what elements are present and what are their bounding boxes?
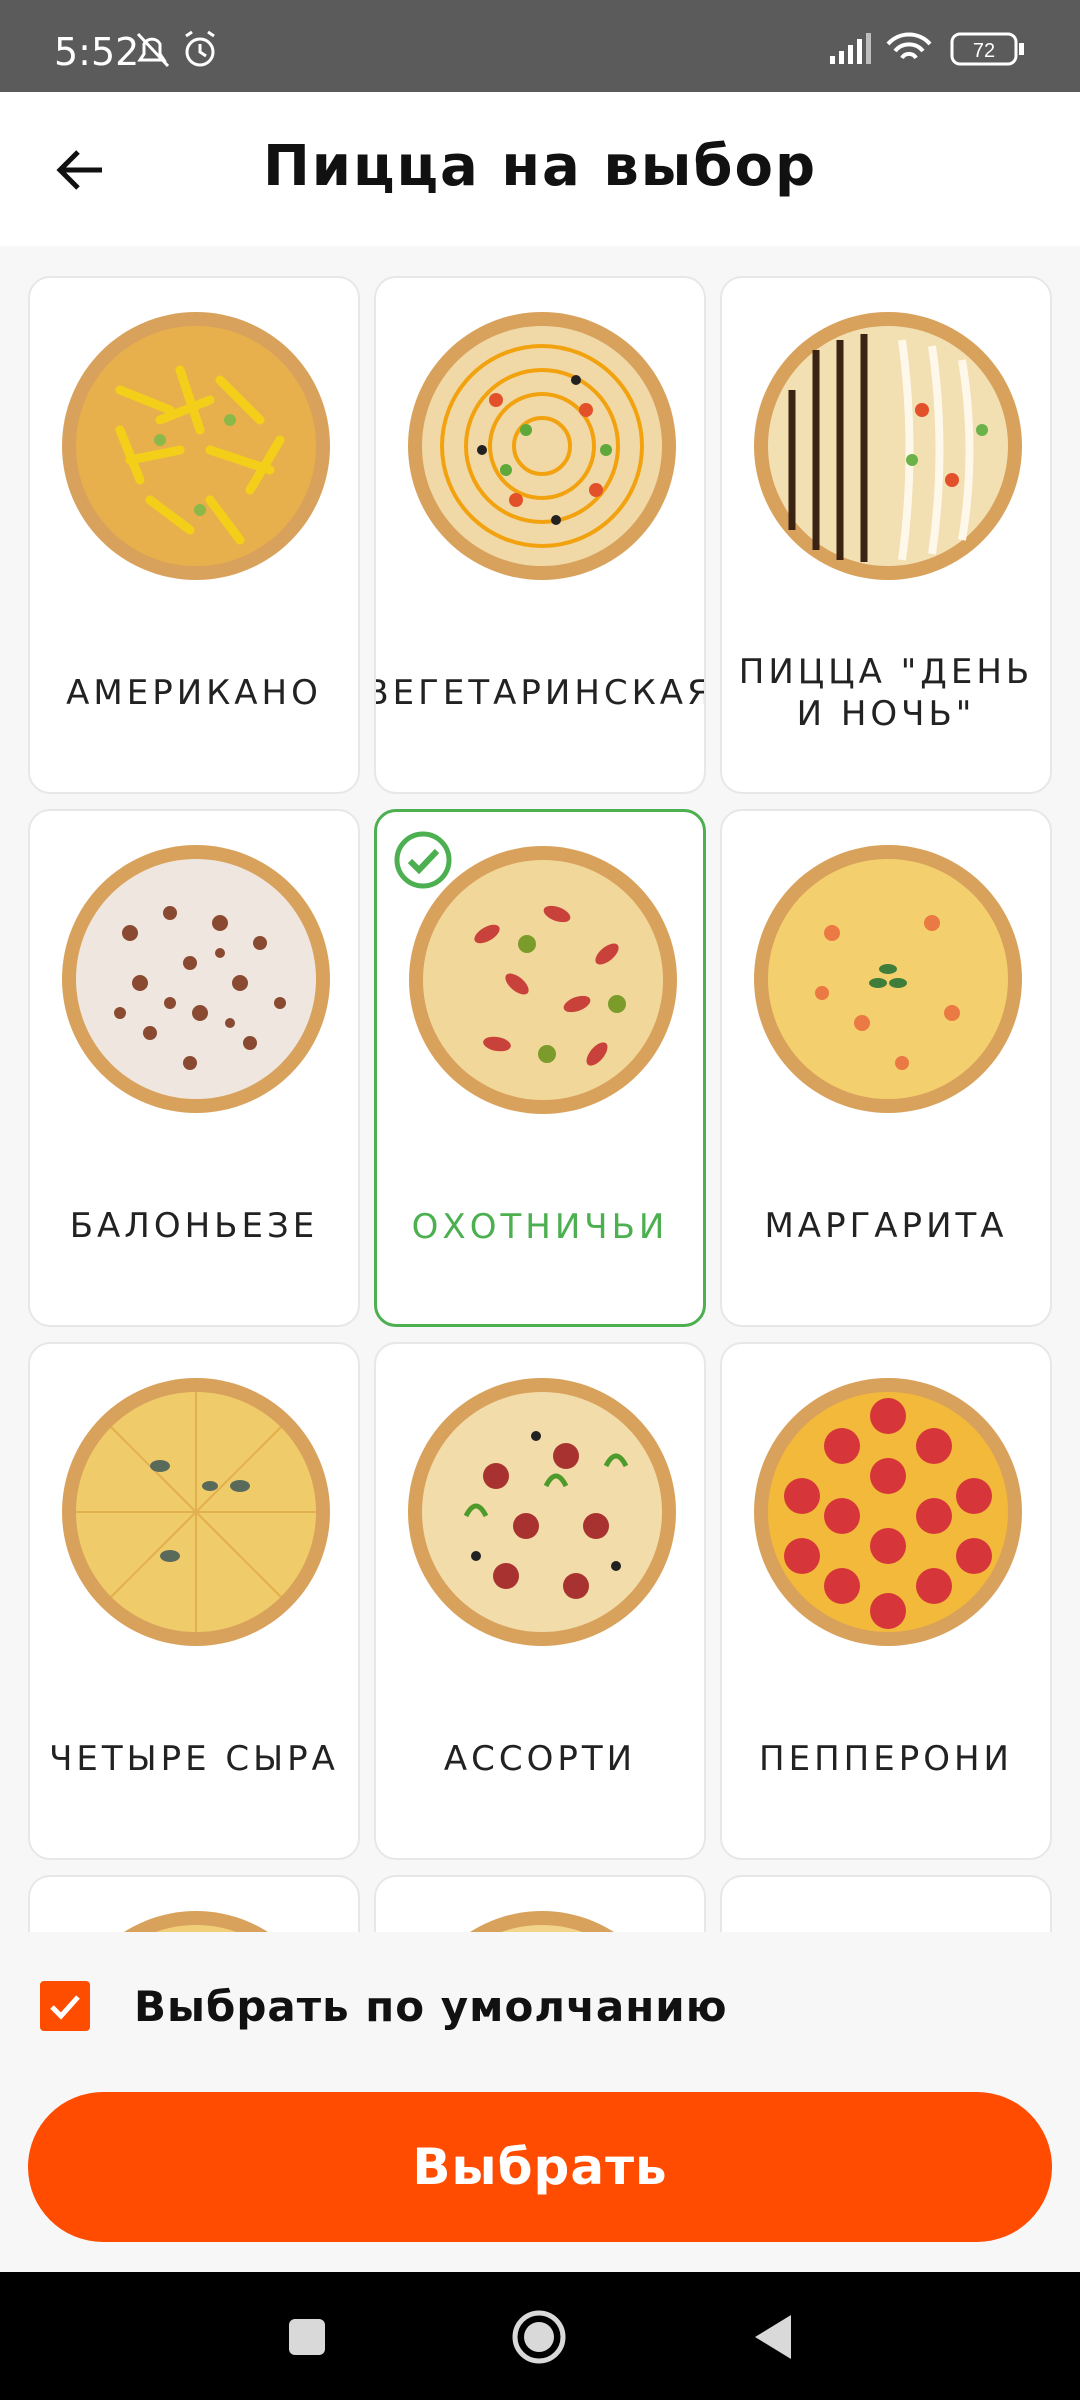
- pizza-card[interactable]: [28, 1875, 360, 1932]
- pizza-image: [62, 845, 330, 1113]
- status-bar: 5:52 72: [0, 0, 1080, 92]
- status-left-icons: [134, 30, 224, 75]
- notifications-off-icon: [136, 30, 215, 68]
- pizza-label: ОХОТНИЧЬИ: [411, 1207, 669, 1247]
- pizza-label: ПЕППЕРОНИ: [759, 1739, 1013, 1779]
- bottom-panel: Выбрать по умолчанию Выбрать: [0, 1932, 1080, 2272]
- pizza-card-margherita[interactable]: МАРГАРИТА: [720, 809, 1052, 1327]
- pizza-image: [409, 846, 677, 1114]
- navigation-bar: [0, 2272, 1080, 2400]
- pizza-image: [754, 845, 1022, 1113]
- default-option-label: Выбрать по умолчанию: [134, 1981, 728, 2031]
- pizza-image: [123, 1911, 269, 1932]
- pizza-card-assorti[interactable]: АССОРТИ: [374, 1342, 706, 1860]
- default-checkbox[interactable]: [40, 1981, 90, 2031]
- pizza-card[interactable]: [720, 1875, 1052, 1932]
- pizza-card-day-and-night[interactable]: ПИЦЦА "ДЕНЬ И НОЧЬ": [720, 276, 1052, 794]
- nav-back-button[interactable]: [738, 2302, 808, 2372]
- pizza-card-pepperoni[interactable]: ПЕППЕРОНИ: [720, 1342, 1052, 1860]
- pizza-label: ЧЕТЫРЕ СЫРА: [49, 1739, 339, 1779]
- check-icon: [50, 1995, 80, 2020]
- select-button[interactable]: Выбрать: [28, 2092, 1052, 2242]
- pizza-card-hunters[interactable]: ОХОТНИЧЬИ: [374, 809, 706, 1327]
- back-icon: [755, 2315, 791, 2359]
- pizza-image: [754, 1378, 1022, 1646]
- pizza-card[interactable]: [374, 1875, 706, 1932]
- pizza-image: [62, 312, 330, 580]
- wifi-icon: [886, 32, 932, 60]
- pizza-image: [469, 1911, 615, 1932]
- default-option-row[interactable]: Выбрать по умолчанию: [40, 1976, 728, 2036]
- pizza-card-four-cheese[interactable]: ЧЕТЫРЕ СЫРА: [28, 1342, 360, 1860]
- pizza-image: [408, 1378, 676, 1646]
- pizza-label: АМЕРИКАНО: [66, 673, 322, 713]
- pizza-card-vegetarian[interactable]: ВЕГЕТАРИНСКАЯ: [374, 276, 706, 794]
- recents-icon: [289, 2319, 325, 2355]
- signal-icon: [830, 33, 871, 64]
- pizza-label: ВЕГЕТАРИНСКАЯ: [374, 673, 706, 713]
- battery-level: 72: [973, 40, 995, 62]
- pizza-card-americano[interactable]: АМЕРИКАНО: [28, 276, 360, 794]
- check-circle-icon: [394, 831, 452, 889]
- pizza-image: [62, 1378, 330, 1646]
- status-right-icons: 72: [830, 30, 1030, 70]
- pizza-card-bolognese[interactable]: БАЛОНЬЕЗЕ: [28, 809, 360, 1327]
- status-time: 5:52: [54, 30, 140, 74]
- screen: 5:52 72 Пицца на выбор АМЕРИКАНО ВЕГЕТАР…: [0, 0, 1080, 2400]
- home-icon: [512, 2310, 566, 2364]
- pizza-image: [754, 312, 1022, 580]
- home-button[interactable]: [504, 2302, 574, 2372]
- pizza-image: [408, 312, 676, 580]
- battery-icon: 72: [950, 32, 1024, 66]
- pizza-image: [752, 1909, 1024, 1932]
- app-bar: Пицца на выбор: [0, 92, 1080, 246]
- pizza-grid[interactable]: АМЕРИКАНО ВЕГЕТАРИНСКАЯ ПИЦЦА "ДЕНЬ И НО…: [0, 246, 1080, 1932]
- page-title: Пицца на выбор: [262, 134, 818, 199]
- pizza-label: ПИЦЦА "ДЕНЬ И НОЧЬ": [738, 652, 1034, 734]
- recents-button[interactable]: [272, 2302, 342, 2372]
- pizza-label: АССОРТИ: [443, 1739, 637, 1779]
- pizza-label: БАЛОНЬЕЗЕ: [69, 1206, 319, 1246]
- pizza-label: МАРГАРИТА: [764, 1206, 1008, 1246]
